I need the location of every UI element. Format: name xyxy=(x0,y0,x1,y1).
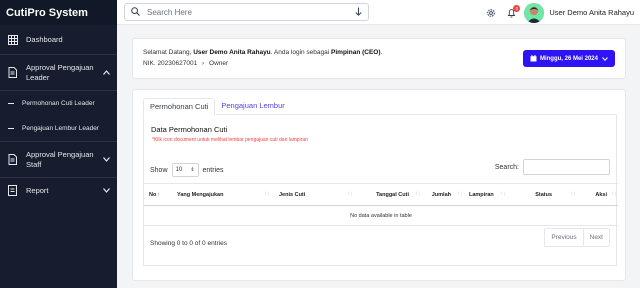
file-icon xyxy=(7,185,18,196)
sidebar-item-approval-staff[interactable]: Approval Pengajuan Staff xyxy=(0,142,117,177)
sidebar: CutiPro System Dashboard Approval Pengaj… xyxy=(0,0,117,288)
date-button[interactable]: Minggu, 26 Mei 2024 xyxy=(522,50,615,67)
nik-text: NIK. 20230627001 xyxy=(143,60,198,67)
sidebar-subitem-permohonan-cuti-leader[interactable]: Permohonan Cuti Leader xyxy=(0,91,117,116)
chevron-down-icon xyxy=(102,187,110,195)
header-label: Yang Mengajukan xyxy=(177,191,224,198)
table-search: Search: xyxy=(495,159,610,175)
bell-icon[interactable]: 0 xyxy=(507,4,521,18)
breadcrumb-separator: › xyxy=(202,60,205,67)
chevron-down-icon xyxy=(102,156,110,164)
notification-badge: 0 xyxy=(513,4,521,12)
column-header-no[interactable]: No↑ xyxy=(144,183,172,206)
show-label: Show xyxy=(150,166,168,174)
welcome-nik-line: NIK. 20230627001 › Owner xyxy=(143,60,228,67)
table-header-row: No↑ Yang Mengajukan ↑↓ Jenis Cuti ↑↓ Tangg… xyxy=(144,183,618,206)
sort-icon: ↑↓ xyxy=(347,191,353,197)
sort-icon: ↑↓ xyxy=(570,191,576,197)
sidebar-item-label: Permohonan Cuti Leader xyxy=(22,100,95,107)
welcome-middle: . Anda login sebagai xyxy=(270,49,330,56)
header-label: Jumlah xyxy=(431,191,451,198)
search-label: Search: xyxy=(494,163,519,171)
table-row: No data available in table xyxy=(144,205,618,226)
previous-button[interactable]: Previous xyxy=(545,229,582,246)
column-header-lampiran[interactable]: Lampiran ↑↓ xyxy=(464,183,510,206)
header-label: Tanggal Cuti xyxy=(376,191,409,198)
topbar: Search Here 0 User Demo Anita Rahayu xyxy=(117,0,640,25)
date-label: Minggu, 26 Mei 2024 xyxy=(539,55,598,62)
sort-icon: ↑↓ xyxy=(500,191,506,197)
column-header-jenis-cuti[interactable]: Jenis Cuti ↑↓ xyxy=(274,183,357,206)
column-header-jumlah[interactable]: Jumlah ↑↓ xyxy=(422,183,464,206)
page-length-control: Show 10 ⇕ entries xyxy=(150,163,224,177)
sort-asc-icon: ↑ xyxy=(157,191,161,198)
sidebar-item-report[interactable]: Report xyxy=(0,178,117,203)
welcome-role: Pimpinan (CEO) xyxy=(331,49,381,56)
page-length-value: 10 xyxy=(175,167,183,173)
sidebar-item-label: Pengajuan Lembur Leader xyxy=(22,125,99,132)
entries-label: entries xyxy=(202,166,224,174)
welcome-card: Selamat Datang, User Demo Anita Rahayu. … xyxy=(132,38,626,79)
sort-updown-icon: ⇕ xyxy=(190,166,195,173)
column-header-tanggal-cuti[interactable]: Tanggal Cuti ↑↓ xyxy=(357,183,422,206)
sidebar-item-dashboard[interactable]: Dashboard xyxy=(0,25,117,54)
sidebar-subitem-pengajuan-lembur-leader[interactable]: Pengajuan Lembur Leader xyxy=(0,116,117,141)
header-label: Aksi xyxy=(595,191,607,198)
sidebar-item-label: Dashboard xyxy=(26,34,63,44)
position-text: Owner xyxy=(209,60,229,67)
welcome-prefix: Selamat Datang, xyxy=(143,49,192,56)
table-search-input[interactable] xyxy=(523,159,610,175)
header-label: Lampiran xyxy=(469,191,494,198)
table-info: Showing 0 to 0 of 0 entries xyxy=(150,240,227,247)
column-header-yang-mengajukan[interactable]: Yang Mengajukan ↑↓ xyxy=(172,183,274,206)
tab-pengajuan-lembur[interactable]: Pengajuan Lembur xyxy=(215,98,290,114)
user-area: 0 User Demo Anita Rahayu xyxy=(486,2,634,23)
leave-requests-card: Permohonan Cuti Pengajuan Lembur Data Pe… xyxy=(132,89,626,281)
welcome-user: User Demo Anita Rahayu xyxy=(193,49,271,56)
arrow-down-icon[interactable] xyxy=(355,7,362,18)
header-label: No xyxy=(149,191,157,198)
chevron-down-icon xyxy=(602,56,608,61)
document-icon xyxy=(7,154,18,165)
search-icon xyxy=(131,6,140,18)
sidebar-item-approval-leader[interactable]: Approval Pengajuan Leader xyxy=(0,55,117,90)
search-input[interactable]: Search Here xyxy=(124,3,369,21)
tab-bar: Permohonan Cuti Pengajuan Lembur xyxy=(143,98,617,115)
panel-title: Data Permohonan Cuti xyxy=(151,125,228,134)
tab-permohonan-cuti[interactable]: Permohonan Cuti xyxy=(143,98,216,115)
avatar[interactable] xyxy=(524,2,545,23)
tab-panel: Data Permohonan Cuti *Klik icon document… xyxy=(143,115,618,266)
sidebar-item-label: Report xyxy=(26,185,49,195)
leave-table: No↑ Yang Mengajukan ↑↓ Jenis Cuti ↑↓ Tangg… xyxy=(144,183,618,226)
header-label: Jenis Cuti xyxy=(279,191,306,198)
app-title: CutiPro System xyxy=(0,0,117,25)
pagination: Previous Next xyxy=(544,228,610,247)
empty-table-message: No data available in table xyxy=(144,205,618,226)
column-header-status[interactable]: Status ↑↓ xyxy=(510,183,580,206)
chevron-up-icon xyxy=(102,69,110,77)
dash-icon xyxy=(8,103,14,104)
sort-icon: ↑↓ xyxy=(264,191,270,197)
sidebar-item-label: Approval Pengajuan Staff xyxy=(26,149,94,169)
welcome-suffix: . xyxy=(380,49,383,56)
sidebar-item-label: Approval Pengajuan Leader xyxy=(26,62,94,82)
dash-icon xyxy=(8,128,14,129)
search-placeholder: Search Here xyxy=(147,7,192,17)
document-icon xyxy=(7,67,18,78)
sort-icon: ↑↓ xyxy=(415,191,421,197)
user-name[interactable]: User Demo Anita Rahayu xyxy=(549,8,634,17)
page-length-select[interactable]: 10 ⇕ xyxy=(171,163,199,177)
gear-icon[interactable] xyxy=(486,8,496,18)
sort-icon: ↑↓ xyxy=(611,191,617,197)
next-button[interactable]: Next xyxy=(582,229,609,246)
welcome-message: Selamat Datang, User Demo Anita Rahayu. … xyxy=(143,49,382,56)
panel-note: *Klik icon document untuk melihat lembar… xyxy=(152,137,308,143)
header-label: Status xyxy=(535,191,552,198)
sort-icon: ↑↓ xyxy=(457,191,463,197)
column-header-aksi[interactable]: Aksi ↑↓ xyxy=(580,183,618,206)
calendar-icon xyxy=(530,55,537,62)
grid-icon xyxy=(7,34,18,45)
